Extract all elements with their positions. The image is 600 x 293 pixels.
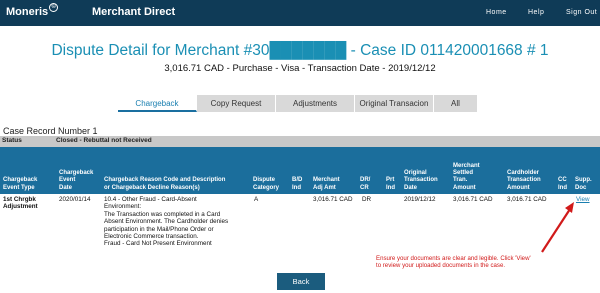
header-cc-ind: CC Ind [558, 177, 567, 191]
page-subtitle: 3,016.71 CAD - Purchase - Visa - Transac… [164, 63, 436, 74]
header-original-date: Original Transaction Date [404, 170, 438, 191]
cell-event-date: 2020/01/14 [59, 196, 91, 203]
cell-dr-cr: DR [362, 196, 372, 203]
tab-chargeback[interactable]: Chargeback [118, 95, 197, 112]
status-label: Status [2, 137, 22, 144]
cell-merchant-adj: 3,016.71 CAD [313, 196, 353, 203]
header-bd-ind: B/D Ind [292, 177, 303, 191]
arrow-icon [541, 202, 574, 253]
header-dr-cr: DR/CR [360, 177, 371, 191]
tab-bar: Chargeback Copy Request Adjustments Orig… [118, 95, 478, 112]
header-event-date: Chargeback Event Date [59, 170, 94, 191]
status-value: Closed - Rebuttal not Received [56, 137, 152, 144]
header-reason: Chargeback Reason Code and Description or… [104, 177, 226, 191]
page-title: Dispute Detail for Merchant #30███████ -… [51, 42, 549, 59]
header-prt-ind: Prt Ind [386, 177, 395, 191]
product-name: Merchant Direct [92, 6, 176, 18]
cell-dispute-category: A [254, 196, 259, 203]
header-settled-amount: Merchant Settled Tran. Amount [453, 162, 480, 191]
cell-event-type: 1st Chrgbk Adjustment [3, 196, 38, 211]
nav-sign-out-link[interactable]: Sign Out [566, 9, 597, 16]
header-dispute-category: Dispute Category [253, 177, 280, 191]
nav-help-link[interactable]: Help [528, 9, 544, 16]
case-record-number: Case Record Number 1 [3, 126, 98, 136]
back-button[interactable]: Back [277, 273, 325, 290]
tab-copy-request[interactable]: Copy Request [197, 95, 276, 112]
tab-all[interactable]: All [434, 95, 478, 112]
status-bar: Status Closed - Rebuttal not Received [0, 136, 600, 147]
top-navigation-bar: Moneris © Merchant Direct Home Help Sign … [0, 0, 600, 26]
header-merchant-adj: Merchant Adj Amt [313, 177, 340, 191]
cell-original-date: 2019/12/12 [404, 196, 436, 203]
header-event-type: Chargeback Event Type [3, 177, 38, 191]
tab-original-transaction[interactable]: Original Transacion [355, 95, 434, 112]
brand-mark-icon: © [49, 3, 59, 12]
cell-reason: 10.4 - Other Fraud - Card-Absent Environ… [104, 196, 229, 248]
moneris-logo: Moneris © [6, 3, 59, 18]
header-cardholder-amount: Cardholder Transaction Amount [507, 170, 541, 191]
cell-settled-amount: 3,016.71 CAD [453, 196, 493, 203]
tab-adjustments[interactable]: Adjustments [276, 95, 355, 112]
table-header: Chargeback Event Type Chargeback Event Date… [0, 147, 600, 194]
header-supp-doc: Supp. Doc [575, 177, 592, 191]
view-document-link[interactable]: View [576, 196, 590, 203]
nav-home-link[interactable]: Home [486, 9, 507, 16]
documents-note: Ensure your documents are clear and legi… [376, 255, 531, 270]
